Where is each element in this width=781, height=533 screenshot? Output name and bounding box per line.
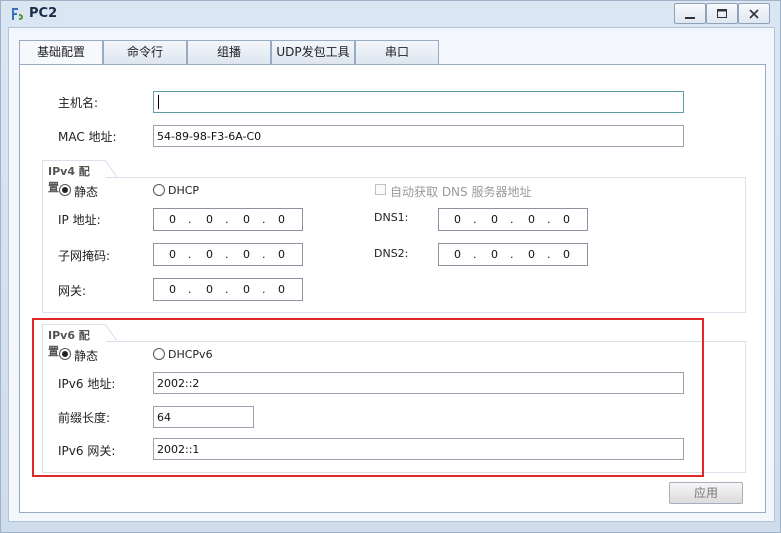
gateway-input[interactable]: 0 . 0 . 0 . 0 [153,278,303,301]
close-icon [749,9,759,19]
auto-dns-checkbox[interactable] [375,184,386,195]
text-caret [158,95,159,109]
mask-octet-4: 0 [278,248,285,261]
maximize-icon [717,9,727,18]
ip-octet-3: 0 [243,213,250,226]
mask-octet-1: 0 [169,248,176,261]
tab-multicast[interactable]: 组播 [187,40,271,64]
gateway-octet-4: 0 [278,283,285,296]
dns1-label: DNS1: [374,211,409,224]
dns2-octet-2: 0 [491,248,498,261]
ip-address-label: IP 地址: [58,213,101,227]
ip-octet-2: 0 [206,213,213,226]
dns2-input[interactable]: 0 . 0 . 0 . 0 [438,243,588,266]
gateway-octet-3: 0 [243,283,250,296]
ipv4-tab-edge [105,160,117,178]
mac-address-field[interactable]: 54-89-98-F3-6A-C0 [153,125,684,147]
gateway-octet-2: 0 [206,283,213,296]
ipv4-group-title: IPv4 配置 [42,160,106,194]
dns2-octet-4: 0 [563,248,570,261]
minimize-icon [685,17,695,19]
dns2-label: DNS2: [374,247,409,260]
ipv4-static-radio[interactable] [59,184,71,196]
auto-dns-label: 自动获取 DNS 服务器地址 [390,185,532,199]
dns1-octet-2: 0 [491,213,498,226]
ip-octet-1: 0 [169,213,176,226]
dns1-octet-3: 0 [528,213,535,226]
hostname-input[interactable] [153,91,684,113]
app-icon [12,8,23,20]
mask-octet-3: 0 [243,248,250,261]
mac-value: 54-89-98-F3-6A-C0 [157,130,262,143]
dns2-octet-3: 0 [528,248,535,261]
ip-address-input[interactable]: 0 . 0 . 0 . 0 [153,208,303,231]
tab-serial[interactable]: 串口 [355,40,439,64]
tab-udp-tool[interactable]: UDP发包工具 [271,40,355,64]
mac-label: MAC 地址: [58,130,117,144]
maximize-button[interactable] [706,3,738,24]
subnet-mask-label: 子网掩码: [58,249,111,263]
subnet-mask-input[interactable]: 0 . 0 . 0 . 0 [153,243,303,266]
dns2-octet-1: 0 [454,248,461,261]
ipv4-dhcp-radio[interactable] [153,184,165,196]
dns1-input[interactable]: 0 . 0 . 0 . 0 [438,208,588,231]
tab-basic-config[interactable]: 基础配置 [19,40,103,65]
minimize-button[interactable] [674,3,706,24]
mask-octet-2: 0 [206,248,213,261]
dns1-octet-1: 0 [454,213,461,226]
gateway-octet-1: 0 [169,283,176,296]
close-button[interactable] [738,3,770,24]
highlight-box [32,318,704,477]
ip-octet-4: 0 [278,213,285,226]
dns1-octet-4: 0 [563,213,570,226]
title-bar[interactable]: PC2 [1,1,780,27]
tab-command-line[interactable]: 命令行 [103,40,187,64]
apply-button[interactable]: 应用 [669,482,743,504]
ipv4-dhcp-label: DHCP [168,184,200,197]
gateway-label: 网关: [58,284,87,298]
window-title: PC2 [29,6,58,21]
hostname-label: 主机名: [58,96,99,110]
ipv4-static-label: 静态 [74,185,99,199]
